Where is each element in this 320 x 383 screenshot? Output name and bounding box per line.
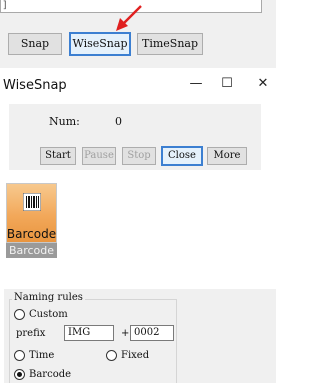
- stop-button[interactable]: Stop: [122, 147, 156, 165]
- plus-sign: +: [121, 328, 130, 339]
- timesnap-button[interactable]: TimeSnap: [137, 33, 203, 55]
- field-text: ]: [2, 0, 9, 11]
- start-button[interactable]: Start: [40, 147, 76, 165]
- maximize-icon[interactable]: ☐: [217, 76, 237, 91]
- window-title: WiseSnap: [3, 78, 67, 93]
- custom-label: Custom: [29, 309, 68, 320]
- barcode-label: Barcode: [29, 369, 72, 380]
- time-label: Time: [29, 350, 55, 361]
- fixed-label: Fixed: [121, 350, 150, 361]
- more-button[interactable]: More: [207, 147, 247, 165]
- close-icon[interactable]: ✕: [253, 76, 273, 91]
- barcode-radio[interactable]: [14, 369, 25, 380]
- barcode-icon: [23, 193, 41, 211]
- barcode-tile-label: Barcode: [6, 227, 57, 241]
- prefix-label: prefix: [16, 328, 46, 339]
- snap-button[interactable]: Snap: [8, 33, 62, 55]
- fixed-radio[interactable]: [106, 350, 117, 361]
- red-arrow-icon: [116, 5, 142, 31]
- barcode-tile-caption: Barcode: [8, 244, 55, 257]
- minimize-icon[interactable]: —: [186, 76, 206, 91]
- num-label: Num:: [49, 115, 80, 128]
- close-button[interactable]: Close: [161, 146, 203, 166]
- naming-rules-title: Naming rules: [12, 292, 85, 303]
- num-value: 0: [115, 115, 122, 128]
- prefix-input[interactable]: IMG: [64, 325, 114, 341]
- pause-button[interactable]: Pause: [82, 147, 116, 165]
- time-radio[interactable]: [14, 350, 25, 361]
- custom-radio[interactable]: [14, 309, 25, 320]
- number-input[interactable]: 0002: [130, 325, 174, 341]
- wisesnap-button[interactable]: WiseSnap: [69, 32, 131, 56]
